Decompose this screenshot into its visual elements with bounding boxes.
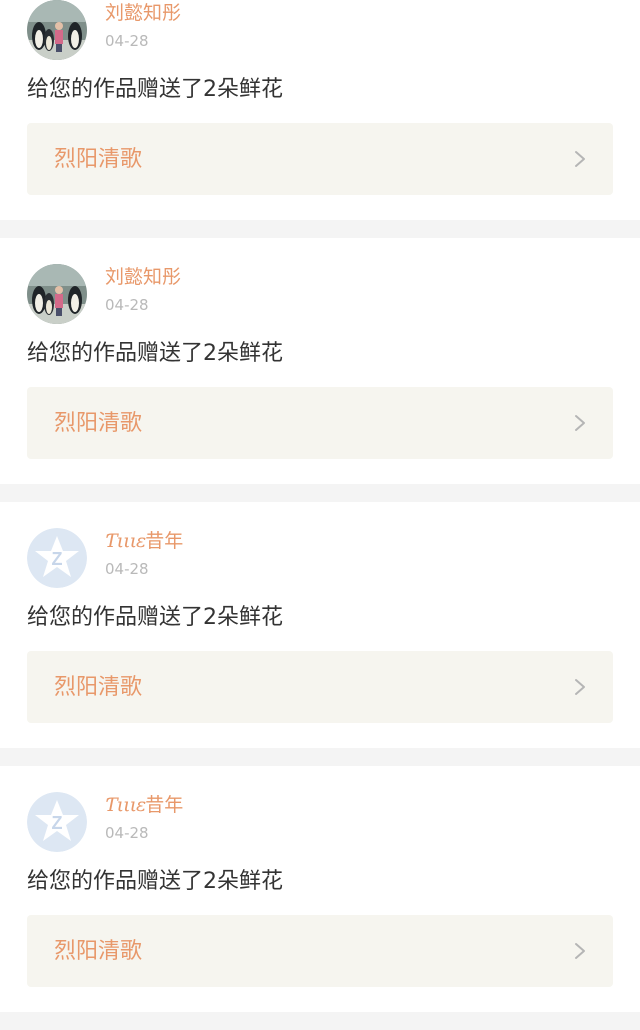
username-script: Ƭιιιε	[105, 530, 146, 552]
work-title: 烈阳清歌	[54, 411, 143, 436]
chevron-right-icon	[575, 151, 585, 167]
message-text: 给您的作品赠送了2朵鲜花	[27, 869, 283, 894]
svg-text:Z: Z	[52, 549, 63, 569]
date: 04-28	[105, 824, 149, 842]
work-title: 烈阳清歌	[54, 147, 143, 172]
work-link-button[interactable]: 烈阳清歌	[27, 915, 613, 987]
work-title: 烈阳清歌	[54, 939, 143, 964]
username-text: 刘懿知彤	[105, 2, 182, 24]
message-text: 给您的作品赠送了2朵鲜花	[27, 605, 283, 630]
qq-default-icon: Z	[27, 528, 87, 588]
username[interactable]: Ƭιιιε昔年	[105, 793, 183, 817]
notification-card: Z Ƭιιιε昔年 04-28 给您的作品赠送了2朵鲜花 烈阳清歌	[0, 766, 640, 1012]
work-link-button[interactable]: 烈阳清歌	[27, 651, 613, 723]
message-text: 给您的作品赠送了2朵鲜花	[27, 77, 283, 102]
notification-card: Z Ƭιιιε昔年 04-28 给您的作品赠送了2朵鲜花 烈阳清歌	[0, 502, 640, 748]
penguin-photo-icon	[27, 264, 87, 324]
avatar[interactable]: Z	[27, 792, 87, 852]
username-suffix: 昔年	[145, 794, 184, 816]
username[interactable]: 刘懿知彤	[105, 265, 181, 289]
notification-card: 刘懿知彤 04-28 给您的作品赠送了2朵鲜花 烈阳清歌	[0, 0, 640, 220]
chevron-right-icon	[575, 943, 585, 959]
work-link-button[interactable]: 烈阳清歌	[27, 123, 613, 195]
username-text: 刘懿知彤	[105, 266, 182, 288]
qq-default-icon: Z	[27, 792, 87, 852]
notification-card: 刘懿知彤 04-28 给您的作品赠送了2朵鲜花 烈阳清歌	[0, 238, 640, 484]
avatar[interactable]	[27, 264, 87, 324]
avatar[interactable]: Z	[27, 528, 87, 588]
username-suffix: 昔年	[145, 530, 184, 552]
username[interactable]: 刘懿知彤	[105, 1, 181, 25]
message-text: 给您的作品赠送了2朵鲜花	[27, 341, 283, 366]
date: 04-28	[105, 560, 149, 578]
penguin-photo-icon	[27, 0, 87, 60]
date: 04-28	[105, 32, 149, 50]
notification-feed: 刘懿知彤 04-28 给您的作品赠送了2朵鲜花 烈阳清歌 刘懿知彤 04-28 …	[0, 0, 640, 1030]
chevron-right-icon	[575, 415, 585, 431]
work-title: 烈阳清歌	[54, 675, 143, 700]
svg-text:Z: Z	[52, 813, 63, 833]
username-script: Ƭιιιε	[105, 794, 146, 816]
avatar[interactable]	[27, 0, 87, 60]
work-link-button[interactable]: 烈阳清歌	[27, 387, 613, 459]
username[interactable]: Ƭιιιε昔年	[105, 529, 183, 553]
date: 04-28	[105, 296, 149, 314]
chevron-right-icon	[575, 679, 585, 695]
